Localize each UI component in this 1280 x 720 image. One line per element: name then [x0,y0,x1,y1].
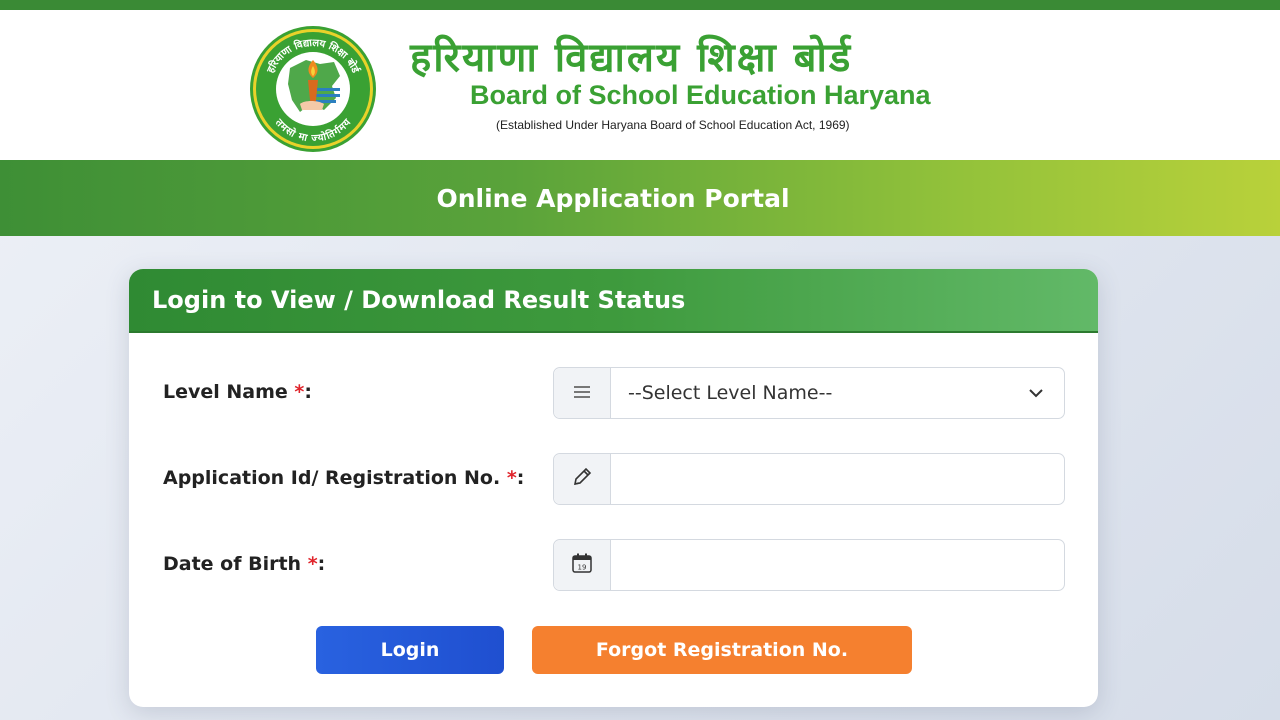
level-name-selected-value: --Select Level Name-- [628,382,833,404]
login-card: Login to View / Download Result Status L… [129,269,1098,707]
pencil-icon [571,466,593,492]
calendar-day: 19 [578,564,587,572]
forgot-registration-button[interactable]: Forgot Registration No. [532,626,912,674]
level-name-label: Level Name *: [163,381,312,403]
level-name-select[interactable]: --Select Level Name-- [553,367,1065,419]
application-id-addon [554,454,611,504]
application-id-input-body [611,454,1064,504]
level-name-select-body[interactable]: --Select Level Name-- [611,368,1064,418]
required-mark: * [307,553,318,575]
application-id-field [553,453,1065,505]
list-icon [574,384,590,403]
level-name-row: Level Name *: --Select Level Name-- [129,367,1098,419]
board-title-english: Board of School Education Haryana [470,80,931,110]
login-card-header: Login to View / Download Result Status [129,269,1098,333]
board-title-hindi: हरियाणा विद्यालय शिक्षा बोर्ड [410,35,853,81]
board-established-note: (Established Under Haryana Board of Scho… [496,118,850,132]
date-of-birth-field: 19 [553,539,1065,591]
application-id-label: Application Id/ Registration No. *: [163,467,525,489]
required-mark: * [506,467,517,489]
date-of-birth-input-body [611,540,1064,590]
board-logo: हरियाणा विद्यालय शिक्षा बोर्ड तमसो मा ज्… [248,24,378,154]
portal-banner: Online Application Portal [0,160,1280,236]
application-id-row: Application Id/ Registration No. *: [129,453,1098,505]
date-of-birth-row: Date of Birth *: 19 [129,539,1098,591]
portal-title: Online Application Portal [436,183,790,213]
required-mark: * [294,381,305,403]
application-id-input[interactable] [628,454,1064,504]
login-card-title: Login to View / Download Result Status [152,286,686,314]
top-strip [0,0,1280,10]
date-of-birth-addon: 19 [554,540,611,590]
calendar-icon: 19 [571,552,593,578]
login-button[interactable]: Login [316,626,504,674]
date-of-birth-input[interactable] [628,540,1064,590]
level-name-addon [554,368,611,418]
chevron-down-icon[interactable] [1028,385,1044,405]
date-of-birth-label: Date of Birth *: [163,553,326,575]
site-header: हरियाणा विद्यालय शिक्षा बोर्ड तमसो मा ज्… [0,10,1280,160]
